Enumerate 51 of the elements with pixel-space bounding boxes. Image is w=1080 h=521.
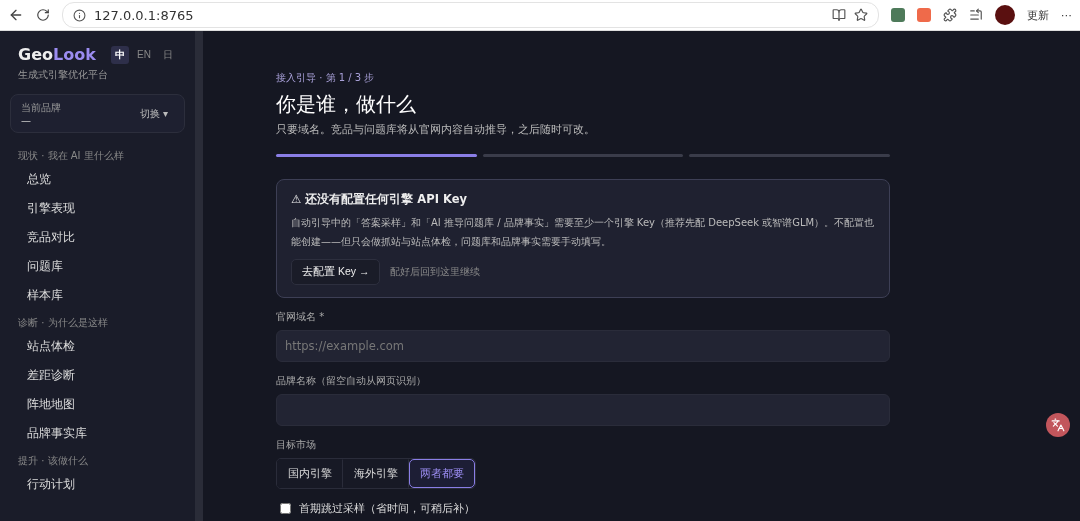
translate-icon (1051, 418, 1065, 432)
reload-icon[interactable] (36, 8, 50, 22)
input-field[interactable]: https://example.com (276, 330, 890, 362)
hint-text: 配好后回到这里继续 (390, 265, 481, 279)
logo: GeoLook (18, 45, 96, 64)
tagline: 生成式引擎优化平台 (17, 68, 109, 82)
breadcrumb: 接入引导 · 第 1 / 3 步 (276, 71, 376, 85)
brand-card[interactable]: 当前品牌 — 切换 ▾ (10, 94, 185, 133)
field-label: 目标市场 (276, 438, 317, 452)
address-bar[interactable]: 127.0.0.1:8765 (62, 2, 879, 28)
nav-item[interactable]: 总览 (0, 165, 195, 194)
field-label: 官网域名 * (276, 310, 326, 324)
nav-item[interactable]: 问题库 (0, 252, 195, 281)
nav-item[interactable]: 样本库 (0, 281, 195, 310)
more-menu[interactable]: ⋯ (1061, 8, 1072, 22)
page-title: 你是谁，做什么 (276, 91, 417, 118)
language-toggle[interactable]: EN (133, 45, 155, 64)
puzzle-icon[interactable] (943, 8, 957, 22)
brand-caption: 当前品牌 (21, 101, 61, 115)
brand-value: — (21, 115, 32, 126)
configure-key-button[interactable]: 去配置 Key → (291, 259, 381, 285)
nav-item[interactable]: 站点体检 (0, 332, 195, 361)
star-icon[interactable] (854, 8, 868, 22)
url-text: 127.0.0.1:8765 (94, 7, 194, 23)
section-title: 现状 · 我在 AI 里什么样 (17, 149, 125, 163)
nav-item[interactable]: 引擎表现 (0, 194, 195, 223)
warning-text: 自动引导中的「答案采样」和「AI 推导问题库 / 品牌事实」需要至少一个引擎 Key（推荐先配 DeepSeek 或智谱GLM）。不配置也能创建——但只会做抓站与站点体检，问题库和品牌事实需要手动填写。 (291, 216, 876, 249)
update-label[interactable]: 更新 (1027, 7, 1049, 23)
market-option[interactable]: 国内引擎 (277, 459, 343, 488)
input-field[interactable] (276, 394, 890, 426)
field-label: 品牌名称（留空自动从网页识别） (276, 374, 427, 388)
language-toggle[interactable]: 中 (111, 45, 130, 64)
nav-item[interactable]: 竞品对比 (0, 223, 195, 252)
checkbox-label: 首期跳过采样（省时间，可稍后补） (299, 501, 475, 516)
subtitle: 只要域名。竞品与问题库将从官网内容自动推导，之后随时可改。 (276, 122, 596, 137)
info-icon[interactable] (73, 8, 86, 22)
nav-item[interactable]: 差距诊断 (0, 361, 195, 390)
section-title: 提升 · 该做什么 (17, 454, 89, 468)
warning-title: ⚠ 还没有配置任何引擎 API Key (291, 192, 468, 207)
market-option[interactable]: 两者都要 (409, 459, 475, 488)
nav-item[interactable]: 行动计划 (0, 470, 195, 499)
reader-icon[interactable] (832, 8, 846, 22)
nav-item[interactable]: 阵地地图 (0, 390, 195, 419)
nav-item[interactable]: 品牌事实库 (0, 419, 195, 448)
translate-button[interactable] (1046, 413, 1070, 437)
switch-button[interactable]: 切换 ▾ (134, 105, 174, 122)
language-toggle[interactable]: 日 (159, 45, 177, 64)
section-title: 诊断 · 为什么是这样 (17, 316, 109, 330)
back-icon[interactable] (8, 7, 24, 23)
checkbox[interactable] (280, 503, 291, 514)
avatar[interactable] (995, 5, 1015, 25)
